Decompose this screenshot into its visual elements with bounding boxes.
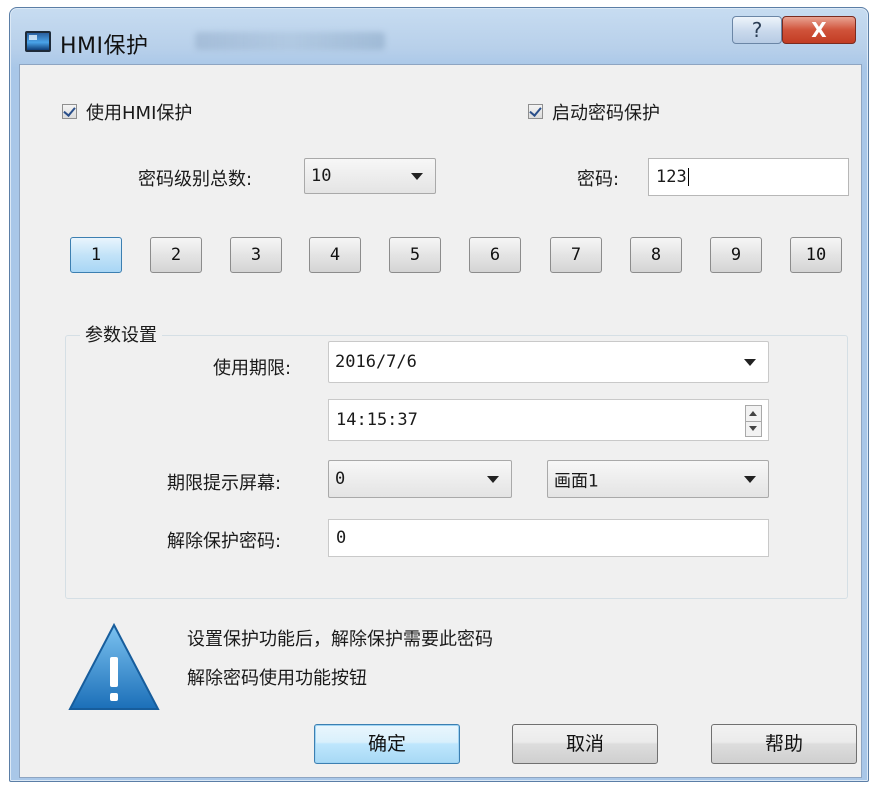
- prompt-screen-dropdown[interactable]: 0: [328, 460, 512, 498]
- level-button-4[interactable]: 4: [309, 237, 361, 273]
- screen-select-dropdown[interactable]: 画面1: [547, 460, 769, 498]
- level-button-5[interactable]: 5: [389, 237, 441, 273]
- expiry-date-value: 2016/7/6: [335, 352, 417, 372]
- spin-down-icon[interactable]: [749, 426, 757, 431]
- password-input[interactable]: 123: [648, 158, 849, 196]
- unlock-password-value: 0: [336, 528, 347, 548]
- use-hmi-protection-checkbox[interactable]: [62, 104, 77, 119]
- expiry-time-value: 14:15:37: [336, 410, 418, 430]
- unlock-password-input[interactable]: 0: [328, 519, 769, 557]
- chevron-down-icon: [744, 359, 756, 366]
- spin-up-icon[interactable]: [749, 411, 757, 416]
- chevron-down-icon: [744, 476, 756, 483]
- enable-password-protection-checkbox[interactable]: [528, 104, 543, 119]
- cancel-button[interactable]: 取消: [512, 724, 658, 764]
- close-button[interactable]: X: [782, 16, 856, 44]
- chevron-down-icon: [411, 173, 423, 180]
- dialog-body: 使用HMI保护 启动密码保护 密码级别总数: 10 密码: 123 1 2 3 …: [19, 64, 862, 778]
- screen-select-value: 画面1: [554, 471, 599, 492]
- hmi-protection-dialog: HMI保护 ? X 使用HMI保护 启动密码保护 密码级别总数: 10 密码: …: [9, 7, 869, 782]
- level-button-6[interactable]: 6: [469, 237, 521, 273]
- text-caret: [687, 168, 689, 186]
- level-button-8[interactable]: 8: [630, 237, 682, 273]
- time-spinner[interactable]: [745, 405, 762, 437]
- level-button-3[interactable]: 3: [230, 237, 282, 273]
- window-title: HMI保护: [60, 34, 149, 59]
- enable-password-protection-label[interactable]: 启动密码保护: [552, 99, 660, 125]
- window-app-icon: [25, 31, 51, 52]
- warning-icon: [68, 622, 160, 710]
- level-button-2[interactable]: 2: [150, 237, 202, 273]
- password-label: 密码:: [577, 169, 620, 190]
- prompt-screen-label: 期限提示屏幕:: [167, 473, 282, 494]
- expiry-label: 使用期限:: [213, 358, 292, 379]
- level-button-9[interactable]: 9: [710, 237, 762, 273]
- password-levels-label: 密码级别总数:: [138, 169, 253, 190]
- notice-line-2: 解除密码使用功能按钮: [187, 668, 367, 689]
- level-button-1[interactable]: 1: [70, 237, 122, 273]
- password-value: 123: [656, 167, 687, 187]
- level-button-10[interactable]: 10: [790, 237, 842, 273]
- expiry-time-input[interactable]: 14:15:37: [328, 399, 769, 441]
- title-bar[interactable]: HMI保护 ? X: [10, 8, 868, 64]
- level-button-7[interactable]: 7: [550, 237, 602, 273]
- help-title-button[interactable]: ?: [732, 16, 782, 44]
- chevron-down-icon: [487, 476, 499, 483]
- password-levels-value: 10: [311, 166, 332, 186]
- unlock-password-label: 解除保护密码:: [167, 531, 282, 552]
- expiry-date-picker[interactable]: 2016/7/6: [328, 341, 769, 383]
- help-button[interactable]: 帮助: [711, 724, 857, 764]
- parameter-settings-title: 参数设置: [80, 321, 162, 347]
- use-hmi-protection-label[interactable]: 使用HMI保护: [86, 99, 192, 125]
- prompt-screen-value: 0: [335, 469, 346, 489]
- notice-line-1: 设置保护功能后，解除保护需要此密码: [187, 629, 493, 650]
- blurred-title-region: [195, 32, 385, 50]
- ok-button[interactable]: 确定: [314, 724, 460, 764]
- password-levels-dropdown[interactable]: 10: [304, 158, 436, 194]
